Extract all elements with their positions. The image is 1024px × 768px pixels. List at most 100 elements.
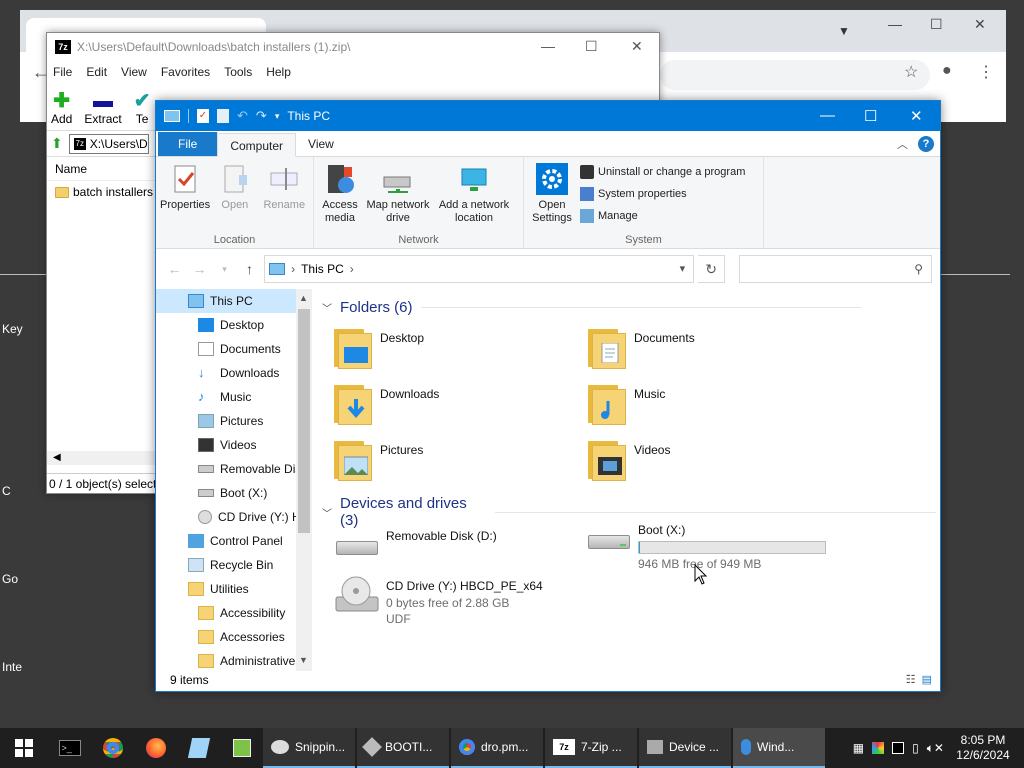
- address-dropdown-icon[interactable]: ▾: [680, 262, 686, 275]
- task-chrome[interactable]: dro.pm...: [451, 728, 543, 768]
- tab-view[interactable]: View: [296, 132, 346, 156]
- horizontal-scrollbar[interactable]: ◀: [47, 451, 157, 465]
- task-snipping[interactable]: Snippin...: [263, 728, 355, 768]
- tab-file[interactable]: File: [158, 132, 218, 156]
- taskmanager-pinned-icon[interactable]: [220, 728, 263, 768]
- network-icon[interactable]: ▦: [853, 741, 864, 755]
- 7zip-maximize-button[interactable]: ☐: [585, 38, 598, 55]
- folder-tile-desktop[interactable]: Desktop: [334, 327, 424, 369]
- chrome-pinned-icon[interactable]: [91, 728, 134, 768]
- drive-tile-cd-y[interactable]: CD Drive (Y:) HBCD_PE_x64 0 bytes free o…: [334, 575, 543, 626]
- menu-tools[interactable]: Tools: [224, 65, 252, 79]
- chrome-profile-icon[interactable]: ▼: [838, 24, 850, 38]
- chrome-maximize-button[interactable]: ☐: [930, 16, 943, 33]
- folder-tile-pictures[interactable]: Pictures: [334, 439, 423, 481]
- collapse-ribbon-icon[interactable]: ︿: [897, 136, 908, 152]
- extract-button[interactable]: ▬ Extract: [84, 83, 121, 130]
- breadcrumb-separator-icon[interactable]: ›: [350, 262, 354, 276]
- folder-tile-documents[interactable]: Documents: [588, 327, 695, 369]
- nav-item-pictures[interactable]: Pictures: [156, 409, 312, 433]
- notepad-pinned-icon[interactable]: [177, 728, 220, 768]
- task-7zip[interactable]: 7z 7-Zip ...: [545, 728, 637, 768]
- nav-item-this-pc[interactable]: This PC: [156, 289, 312, 313]
- profile-avatar-icon[interactable]: ●: [942, 62, 952, 80]
- nav-item-recycle-bin[interactable]: Recycle Bin: [156, 553, 312, 577]
- tab-computer[interactable]: Computer: [217, 133, 297, 157]
- scroll-up-icon[interactable]: ▲: [299, 293, 308, 303]
- desktop-icon-label[interactable]: Go: [2, 572, 18, 586]
- chrome-address-bar[interactable]: [660, 60, 930, 90]
- breadcrumb-separator-icon[interactable]: ›: [291, 262, 295, 276]
- task-device-manager[interactable]: Device ...: [639, 728, 731, 768]
- nav-item-administrative[interactable]: Administrative: [156, 649, 312, 671]
- address-bar[interactable]: › This PC › ▾: [264, 255, 695, 283]
- help-icon[interactable]: ?: [918, 136, 934, 152]
- navigation-scrollbar[interactable]: ▲ ▼: [296, 289, 312, 671]
- nav-item-boot-x[interactable]: Boot (X:): [156, 481, 312, 505]
- chrome-minimize-button[interactable]: —: [888, 16, 902, 32]
- back-button[interactable]: ←: [164, 261, 185, 277]
- customize-qa-icon[interactable]: ▾: [275, 111, 280, 122]
- folder-tile-videos[interactable]: Videos: [588, 439, 670, 481]
- nav-item-utilities[interactable]: Utilities: [156, 577, 312, 601]
- maximize-button[interactable]: ☐: [864, 107, 877, 125]
- folder-tile-music[interactable]: Music: [588, 383, 665, 425]
- breadcrumb-this-pc[interactable]: This PC: [301, 262, 344, 276]
- nav-item-documents[interactable]: Documents: [156, 337, 312, 361]
- clock[interactable]: 8:05 PM 12/6/2024: [952, 733, 1014, 763]
- menu-view[interactable]: View: [121, 65, 147, 79]
- nav-item-accessibility[interactable]: Accessibility: [156, 601, 312, 625]
- scrollbar-thumb[interactable]: [298, 309, 310, 533]
- system-properties-button[interactable]: System properties: [580, 183, 745, 205]
- menu-file[interactable]: File: [53, 65, 72, 79]
- minimize-button[interactable]: —: [820, 107, 835, 124]
- search-input[interactable]: [739, 256, 910, 282]
- properties-qa-icon[interactable]: ✓: [197, 109, 209, 123]
- undo-icon[interactable]: ↶: [237, 108, 248, 124]
- nav-item-control-panel[interactable]: Control Panel: [156, 529, 312, 553]
- color-icon[interactable]: [872, 742, 885, 754]
- uninstall-program-button[interactable]: Uninstall or change a program: [580, 161, 745, 183]
- menu-favorites[interactable]: Favorites: [161, 65, 210, 79]
- nav-item-music[interactable]: ♪ Music: [156, 385, 312, 409]
- folder-tile-downloads[interactable]: Downloads: [334, 383, 439, 425]
- folders-group-header[interactable]: ﹀ Folders (6): [322, 299, 861, 316]
- up-button[interactable]: ↑: [239, 261, 260, 277]
- terminal-pinned-icon[interactable]: >_: [48, 728, 91, 768]
- 7zip-minimize-button[interactable]: —: [541, 38, 555, 54]
- search-box[interactable]: ⚲: [738, 255, 933, 283]
- desktop-icon-label[interactable]: C: [2, 484, 11, 498]
- path-input[interactable]: 7z X:\Users\D: [68, 133, 149, 154]
- menu-edit[interactable]: Edit: [86, 65, 107, 79]
- nav-item-downloads[interactable]: ↓ Downloads: [156, 361, 312, 385]
- recent-locations-button[interactable]: ▾: [214, 264, 235, 275]
- drive-tile-removable-d[interactable]: Removable Disk (D:): [334, 525, 497, 565]
- usb-icon[interactable]: ▯: [912, 741, 919, 755]
- large-icons-view-icon[interactable]: ▤: [922, 673, 932, 686]
- desktop-icon-label[interactable]: Key: [2, 322, 23, 336]
- bookmark-star-icon[interactable]: ☆: [904, 62, 918, 82]
- volume-muted-icon[interactable]: 🔈︎✕: [927, 741, 944, 756]
- scroll-down-icon[interactable]: ▼: [299, 655, 308, 665]
- forward-button[interactable]: →: [189, 261, 210, 277]
- new-folder-qa-icon[interactable]: [217, 109, 229, 123]
- add-button[interactable]: ✚ Add: [51, 83, 72, 130]
- collapse-chevron-icon[interactable]: ﹀: [322, 300, 332, 315]
- nav-item-cd-drive-y-h[interactable]: CD Drive (Y:) H: [156, 505, 312, 529]
- display-icon[interactable]: [892, 742, 905, 754]
- nav-item-videos[interactable]: Videos: [156, 433, 312, 457]
- start-button[interactable]: [0, 728, 48, 768]
- close-button[interactable]: ✕: [910, 107, 923, 125]
- redo-icon[interactable]: ↷: [256, 108, 267, 124]
- test-button[interactable]: ✔ Te: [134, 83, 151, 130]
- collapse-chevron-icon[interactable]: ﹀: [322, 505, 332, 520]
- details-view-icon[interactable]: ☷: [906, 673, 916, 686]
- 7zip-close-button[interactable]: ✕: [631, 38, 643, 55]
- nav-item-accessories[interactable]: Accessories: [156, 625, 312, 649]
- nav-item-desktop[interactable]: Desktop: [156, 313, 312, 337]
- chrome-menu-icon[interactable]: ⋮: [978, 62, 994, 82]
- manage-button[interactable]: Manage: [580, 205, 745, 227]
- up-folder-icon[interactable]: ⬆: [51, 135, 63, 152]
- nav-item-removable-dis[interactable]: Removable Dis: [156, 457, 312, 481]
- firefox-pinned-icon[interactable]: [134, 728, 177, 768]
